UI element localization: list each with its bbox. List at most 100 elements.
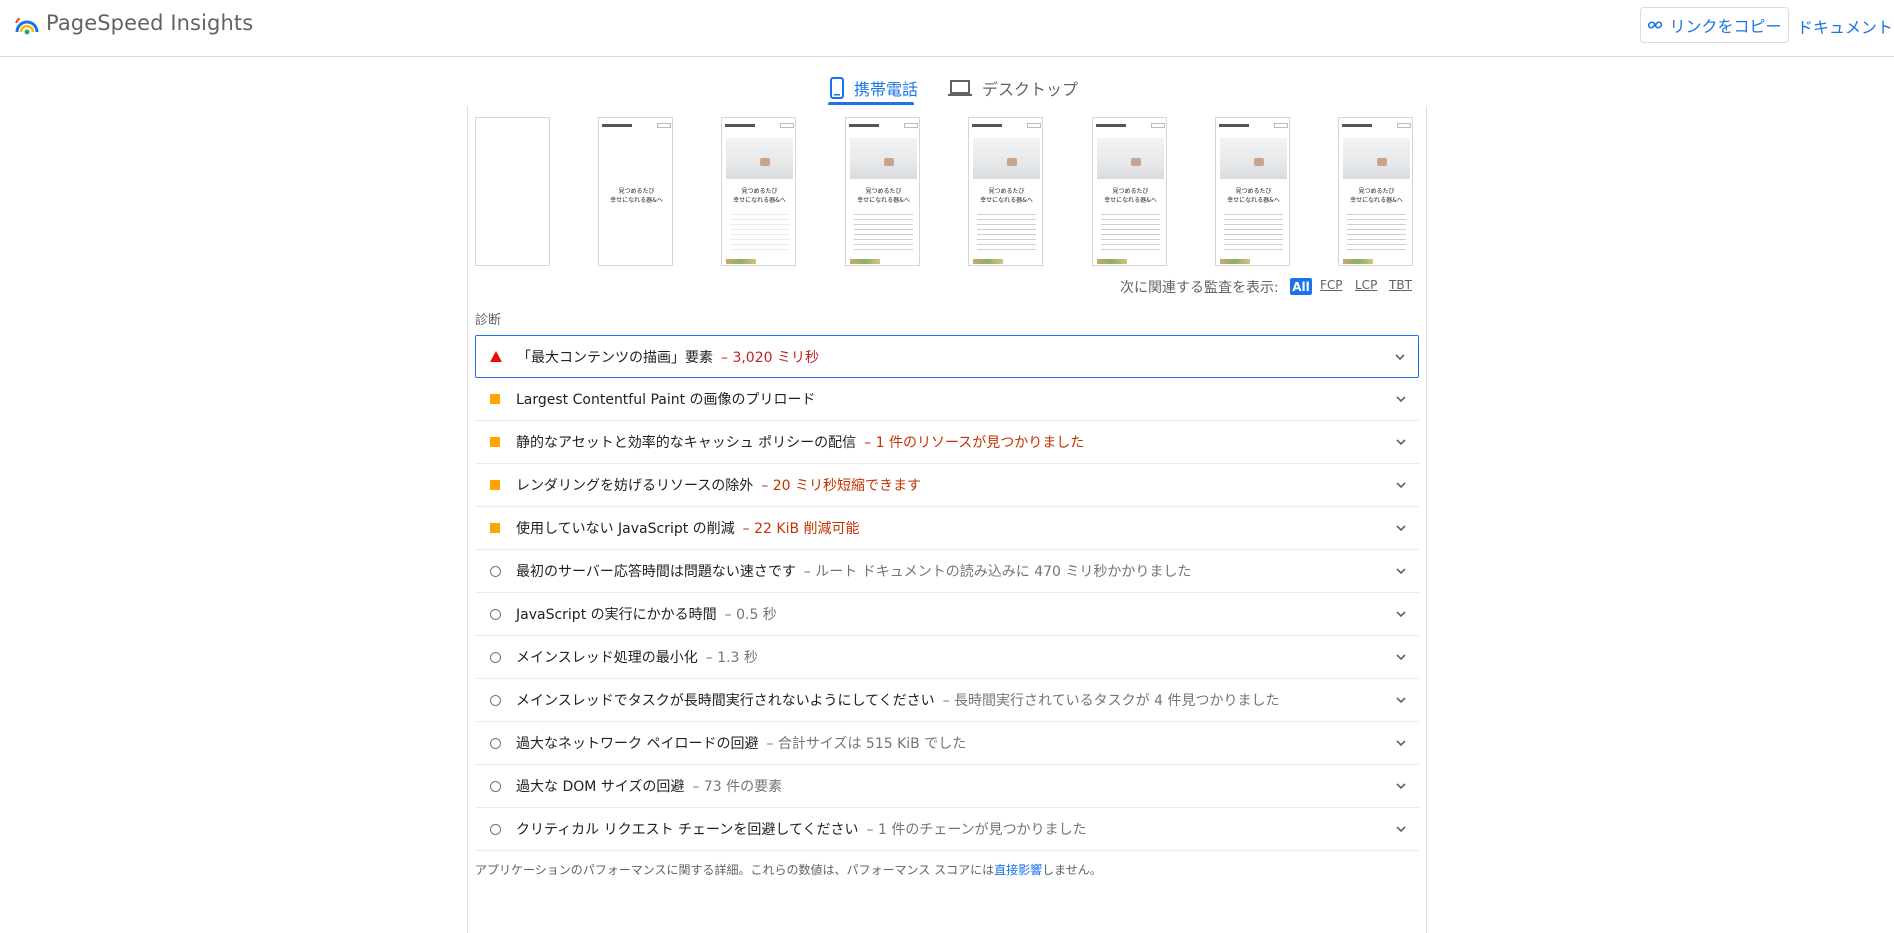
audit-row[interactable]: 「最大コンテンツの描画」要素 – 3,020 ミリ秒 [475, 335, 1419, 378]
audit-row[interactable]: メインスレッド処理の最小化 – 1.3 秒 [475, 636, 1419, 679]
gray-circle-icon [489, 608, 501, 620]
frame-footer-image [973, 259, 1003, 264]
audit-detail: – 長時間実行されているタスクが 4 件見つかりました [942, 693, 1280, 709]
orange-square-icon [490, 394, 500, 404]
frame-body-text [977, 214, 1036, 250]
gray-circle-icon [489, 780, 501, 792]
audit-status-icon [487, 823, 503, 835]
filter-chip-tbt[interactable]: TBT [1389, 278, 1412, 292]
chevron-down-icon[interactable] [1393, 649, 1409, 665]
audit-detail: – 1 件のチェーンが見つかりました [866, 822, 1087, 838]
audit-detail: – 1 件のリソースが見つかりました [864, 435, 1085, 451]
audit-status-icon [487, 565, 503, 577]
audit-status-icon [487, 608, 503, 620]
frame-hero-image [1343, 138, 1410, 179]
active-tab-indicator [828, 102, 914, 105]
docs-link[interactable]: ドキュメント [1797, 14, 1893, 38]
diagnostics-footnote: アプリケーションのパフォーマンスに関する詳細。これらの数値は、パフォーマンス ス… [475, 861, 1102, 878]
audit-status-icon [487, 523, 503, 533]
chevron-down-icon[interactable] [1393, 821, 1409, 837]
audit-title: 使用していない JavaScript の削減 [516, 521, 735, 537]
laptop-icon [948, 80, 972, 96]
chevron-down-icon[interactable] [1393, 606, 1409, 622]
audit-detail: – 73 件の要素 [692, 779, 783, 795]
chevron-down-icon[interactable] [1393, 434, 1409, 450]
filmstrip-frame: MOMO Nutfrate Menu 見つめるたび 幸せになれる器&へ [845, 117, 920, 266]
audit-row[interactable]: Largest Contentful Paint の画像のプリロード [475, 378, 1419, 421]
copy-link-button[interactable]: リンクをコピー [1640, 7, 1789, 43]
audit-row[interactable]: クリティカル リクエスト チェーンを回避してください – 1 件のチェーンが見つか… [475, 808, 1419, 851]
footnote-link[interactable]: 直接影響 [994, 863, 1042, 877]
chevron-down-icon[interactable] [1393, 735, 1409, 751]
smartphone-icon [830, 77, 844, 99]
audit-row[interactable]: 使用していない JavaScript の削減 – 22 KiB 削減可能 [475, 507, 1419, 550]
frame-hero-image [1220, 138, 1287, 179]
filter-chip-fcp[interactable]: FCP [1320, 278, 1343, 292]
frame-caption: 見つめるたび 幸せになれる器&へ [610, 188, 663, 204]
orange-square-icon [490, 523, 500, 533]
footnote-text-after: しません。 [1042, 863, 1102, 877]
gray-circle-icon [489, 737, 501, 749]
frame-body-text [1224, 214, 1283, 250]
audit-detail: – 合計サイズは 515 KiB でした [766, 736, 967, 752]
copy-link-label: リンクをコピー [1669, 17, 1782, 36]
frame-menu: Menu [1397, 122, 1411, 128]
audit-title: クリティカル リクエスト チェーンを回避してください [516, 822, 859, 838]
report-border-right [1426, 106, 1427, 933]
audit-row[interactable]: 最初のサーバー応答時間は問題ない速さです – ルート ドキュメントの読み込みに 4… [475, 550, 1419, 593]
brand-title[interactable]: PageSpeed Insights [46, 11, 253, 35]
gray-circle-icon [489, 565, 501, 577]
filter-chip-all[interactable]: All [1290, 278, 1312, 295]
audit-title: メインスレッドでタスクが長時間実行されないようにしてください [516, 693, 935, 709]
chevron-down-icon[interactable] [1393, 692, 1409, 708]
frame-body-text [1101, 214, 1160, 250]
filmstrip-frame: MOMO Nutfrate Menu 見つめるたび 幸せになれる器&へ [1215, 117, 1290, 266]
filter-chip-lcp[interactable]: LCP [1355, 278, 1377, 292]
frame-menu: Menu [904, 122, 918, 128]
audit-detail: – 0.5 秒 [724, 607, 777, 623]
tab-desktop[interactable]: デスクトップ [948, 70, 1078, 106]
gray-circle-icon [489, 694, 501, 706]
report-border-left [467, 106, 468, 933]
audit-filter-label: 次に関連する監査を表示: [1120, 280, 1279, 296]
audit-status-icon [488, 351, 504, 362]
frame-hero-image [973, 138, 1040, 179]
audit-detail: – 20 ミリ秒短縮できます [761, 478, 922, 494]
chevron-down-icon[interactable] [1393, 563, 1409, 579]
chevron-down-icon[interactable] [1393, 477, 1409, 493]
frame-body-text [730, 214, 789, 250]
chevron-down-icon[interactable] [1393, 778, 1409, 794]
frame-menu: Menu [780, 122, 794, 128]
chevron-down-icon[interactable] [1393, 520, 1409, 536]
audit-status-icon [487, 651, 503, 663]
audit-row[interactable]: JavaScript の実行にかかる時間 – 0.5 秒 [475, 593, 1419, 636]
audit-row[interactable]: 過大なネットワーク ペイロードの回避 – 合計サイズは 515 KiB でした [475, 722, 1419, 765]
filmstrip-frame: MOMO Nutfrate Menu 見つめるたび 幸せになれる器&へ [721, 117, 796, 266]
audit-status-icon [487, 480, 503, 490]
frame-menu: Menu [1027, 122, 1041, 128]
audit-detail: – ルート ドキュメントの読み込みに 470 ミリ秒かかりました [803, 564, 1192, 580]
frame-footer-image [1097, 259, 1127, 264]
audit-row[interactable]: 静的なアセットと効率的なキャッシュ ポリシーの配信 – 1 件のリソースが見つかり… [475, 421, 1419, 464]
audit-title: レンダリングを妨げるリソースの除外 [516, 478, 754, 494]
chevron-down-icon[interactable] [1392, 349, 1408, 365]
filmstrip-frame: MOMO Nutfrate Menu 見つめるたび 幸せになれる器&へ [968, 117, 1043, 266]
footnote-text-before: アプリケーションのパフォーマンスに関する詳細。これらの数値は、パフォーマンス ス… [475, 863, 995, 877]
audit-row[interactable]: 過大な DOM サイズの回避 – 73 件の要素 [475, 765, 1419, 808]
audit-status-icon [487, 394, 503, 404]
frame-hero-image [850, 138, 917, 179]
frame-hero-image [1097, 138, 1164, 179]
audit-row[interactable]: メインスレッドでタスクが長時間実行されないようにしてください – 長時間実行されて… [475, 679, 1419, 722]
frame-footer-image [726, 259, 756, 264]
tab-mobile[interactable]: 携帯電話 [830, 70, 918, 106]
frame-footer-image [1220, 259, 1250, 264]
tab-desktop-label: デスクトップ [982, 80, 1079, 99]
audit-title: 過大な DOM サイズの回避 [516, 779, 685, 795]
pagespeed-logo-icon[interactable] [14, 12, 40, 36]
frame-header: MOMO Nutfrate Menu [1096, 121, 1165, 129]
audit-row[interactable]: レンダリングを妨げるリソースの除外 – 20 ミリ秒短縮できます [475, 464, 1419, 507]
frame-site-name: MOMO Nutfrate [1219, 123, 1249, 127]
frame-menu: Menu [657, 122, 671, 128]
chevron-down-icon[interactable] [1393, 391, 1409, 407]
frame-header: MOMO Nutfrate Menu [1219, 121, 1288, 129]
